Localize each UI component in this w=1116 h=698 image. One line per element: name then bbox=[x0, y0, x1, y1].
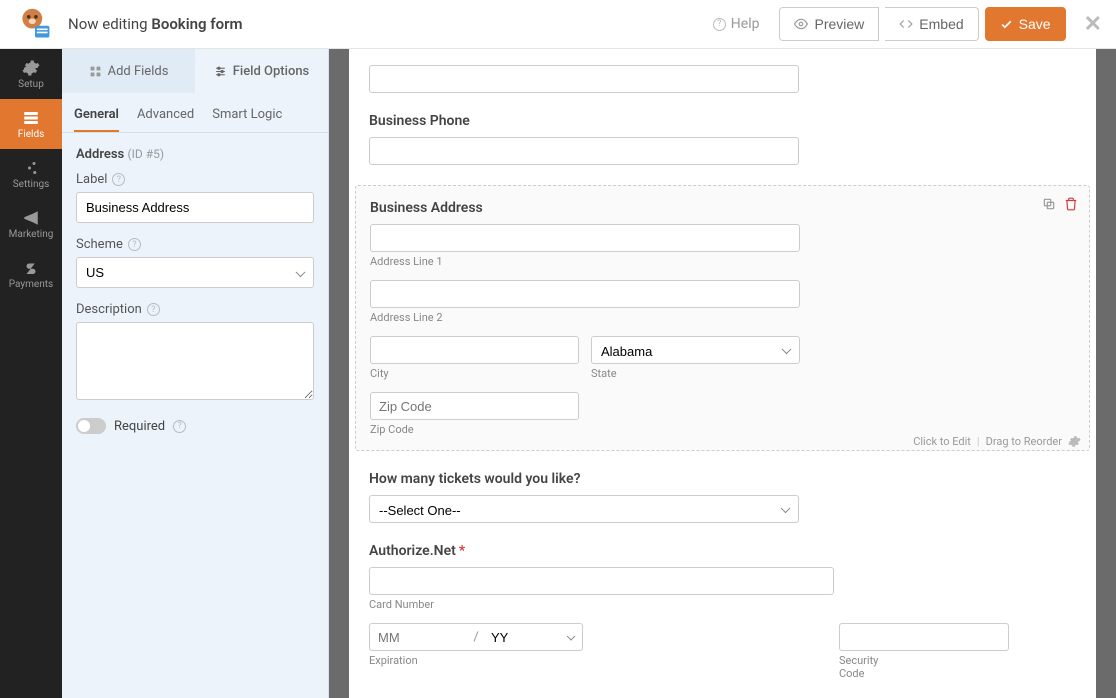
gear-icon bbox=[22, 59, 40, 77]
field-tickets[interactable]: How many tickets would you like? --Selec… bbox=[369, 471, 1076, 523]
phone-label: Business Phone bbox=[369, 113, 1076, 129]
state-sublabel: State bbox=[591, 367, 800, 380]
authorize-label: Authorize.Net* bbox=[369, 543, 1076, 559]
form-canvas: Business Phone Business Address Address … bbox=[329, 49, 1116, 698]
save-button[interactable]: Save bbox=[985, 7, 1066, 41]
tickets-select[interactable]: --Select One-- bbox=[369, 495, 799, 523]
help-icon[interactable]: ? bbox=[147, 303, 160, 316]
required-label: Required bbox=[114, 419, 165, 434]
first-input[interactable] bbox=[369, 65, 799, 93]
preview-button[interactable]: Preview bbox=[779, 7, 879, 41]
sliders-icon bbox=[22, 159, 40, 177]
nav-setup[interactable]: Setup bbox=[0, 49, 62, 99]
help-icon[interactable]: ? bbox=[128, 238, 141, 251]
grid-icon bbox=[89, 65, 102, 78]
row-description: Description? bbox=[76, 302, 314, 404]
field-header: Address (ID #5) bbox=[76, 147, 314, 162]
nav-fields[interactable]: Fields bbox=[0, 99, 62, 149]
gear-icon[interactable] bbox=[1068, 435, 1081, 448]
city-input[interactable] bbox=[370, 336, 579, 364]
panel-tabs: Add Fields Field Options bbox=[62, 49, 328, 93]
row-label: Label? bbox=[76, 172, 314, 223]
card-number-sublabel: Card Number bbox=[369, 598, 1076, 611]
expiration-sublabel: Expiration bbox=[369, 654, 799, 667]
preview-embed-group: Preview Embed bbox=[773, 7, 978, 41]
label-input[interactable] bbox=[76, 192, 314, 223]
card-number-input[interactable] bbox=[369, 567, 834, 595]
sub-tab-advanced[interactable]: Advanced bbox=[137, 99, 194, 132]
fields-icon bbox=[22, 109, 40, 127]
sliders-icon bbox=[214, 65, 227, 78]
top-bar: Now editing Booking form ? Help Preview … bbox=[0, 0, 1116, 49]
side-panel: Add Fields Field Options General Advance… bbox=[62, 49, 329, 698]
duplicate-icon[interactable] bbox=[1041, 196, 1057, 212]
sub-tabs: General Advanced Smart Logic bbox=[62, 93, 328, 133]
description-textarea[interactable] bbox=[76, 322, 314, 400]
security-code-sublabel: Security Code bbox=[839, 654, 899, 680]
sub-tab-smart-logic[interactable]: Smart Logic bbox=[212, 99, 282, 132]
left-nav: Setup Fields Settings Marketing Payments bbox=[0, 49, 62, 698]
close-button[interactable]: ✕ bbox=[1084, 12, 1102, 37]
eye-icon bbox=[794, 17, 808, 31]
field-business-address[interactable]: Business Address Address Line 1 Address … bbox=[355, 185, 1090, 451]
row-required: Required ? bbox=[76, 418, 314, 434]
expiration-mm-input[interactable] bbox=[369, 623, 469, 651]
page-title: Now editing Booking form bbox=[68, 15, 243, 33]
address-line1-input[interactable] bbox=[370, 224, 800, 252]
tab-add-fields[interactable]: Add Fields bbox=[62, 49, 195, 93]
megaphone-icon bbox=[22, 209, 40, 227]
city-sublabel: City bbox=[370, 367, 579, 380]
address-label: Business Address bbox=[370, 200, 1075, 216]
dollar-icon bbox=[22, 259, 40, 277]
row-scheme: Scheme? US bbox=[76, 237, 314, 288]
help-icon: ? bbox=[713, 18, 726, 31]
zip-input[interactable] bbox=[370, 392, 579, 420]
click-to-edit: Click to Edit bbox=[913, 435, 971, 448]
form-preview: Business Phone Business Address Address … bbox=[349, 49, 1096, 698]
address-line2-input[interactable] bbox=[370, 280, 800, 308]
drag-to-reorder: Drag to Reorder bbox=[986, 435, 1062, 448]
required-toggle[interactable] bbox=[76, 418, 106, 434]
tickets-label: How many tickets would you like? bbox=[369, 471, 1076, 487]
description-label: Description? bbox=[76, 302, 314, 317]
help-link[interactable]: ? Help bbox=[713, 16, 760, 32]
expiration-separator: / bbox=[469, 623, 483, 651]
delete-icon[interactable] bbox=[1063, 196, 1079, 212]
field-authorize-net[interactable]: Authorize.Net* Card Number / YY Expirati… bbox=[369, 543, 1076, 680]
code-icon bbox=[899, 17, 913, 31]
zip-sublabel: Zip Code bbox=[370, 423, 579, 436]
help-icon[interactable]: ? bbox=[112, 173, 125, 186]
expiration-yy-select[interactable]: YY bbox=[483, 623, 583, 651]
logo bbox=[14, 6, 56, 42]
panel-body: Address (ID #5) Label? Scheme? US Descri… bbox=[62, 133, 328, 698]
check-icon bbox=[1000, 18, 1013, 31]
phone-input[interactable] bbox=[369, 137, 799, 165]
field-business-phone[interactable]: Business Phone bbox=[369, 113, 1076, 165]
nav-marketing[interactable]: Marketing bbox=[0, 199, 62, 249]
address-line1-sublabel: Address Line 1 bbox=[370, 255, 800, 268]
security-code-input[interactable] bbox=[839, 623, 1009, 651]
field-empty-top[interactable] bbox=[369, 65, 1076, 93]
tab-field-options[interactable]: Field Options bbox=[195, 49, 328, 93]
selection-footer: Click to Edit | Drag to Reorder bbox=[913, 435, 1081, 448]
nav-payments[interactable]: Payments bbox=[0, 249, 62, 299]
nav-settings[interactable]: Settings bbox=[0, 149, 62, 199]
scheme-select[interactable]: US bbox=[76, 257, 314, 288]
help-icon[interactable]: ? bbox=[173, 420, 186, 433]
sub-tab-general[interactable]: General bbox=[74, 99, 119, 132]
label-label: Label? bbox=[76, 172, 314, 187]
scheme-label: Scheme? bbox=[76, 237, 314, 252]
address-line2-sublabel: Address Line 2 bbox=[370, 311, 800, 324]
state-select[interactable]: Alabama bbox=[591, 336, 800, 364]
embed-button[interactable]: Embed bbox=[885, 7, 978, 41]
